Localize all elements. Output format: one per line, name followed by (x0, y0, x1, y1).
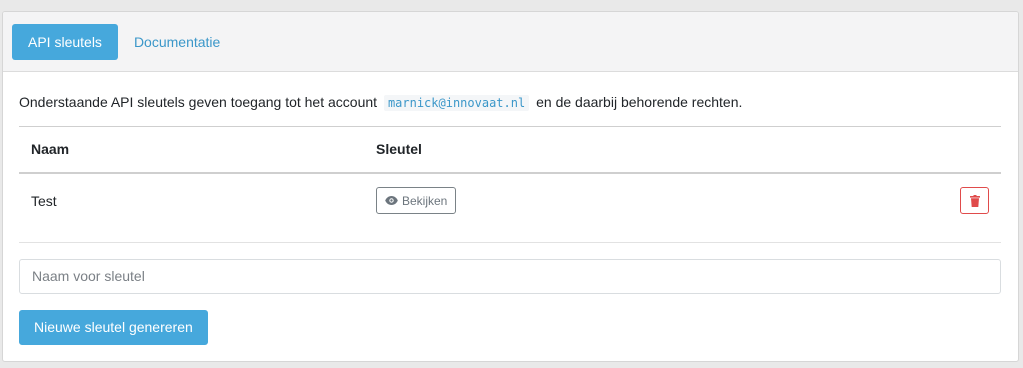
generate-key-button[interactable]: Nieuwe sleutel genereren (19, 309, 208, 345)
key-name-cell: Test (31, 192, 57, 209)
intro-text: Onderstaande API sleutels geven toegang … (19, 72, 1002, 126)
key-actions-cell (941, 173, 1001, 228)
tab-bar: API sleutels Documentatie (3, 12, 1018, 72)
divider (19, 241, 1001, 243)
table-header-row: Naam Sleutel (19, 126, 1001, 174)
view-key-button[interactable]: Bekijken (376, 187, 457, 214)
page: API sleutels Documentatie Onderstaande A… (0, 0, 1023, 368)
tab-documentation[interactable]: Documentatie (118, 24, 236, 60)
api-keys-table: Naam Sleutel Test Bekijken (19, 126, 1001, 228)
delete-key-button[interactable] (960, 187, 989, 214)
api-keys-card: API sleutels Documentatie Onderstaande A… (2, 11, 1019, 362)
account-email: marnick@innovaat.nl (383, 95, 530, 111)
key-value-cell: Bekijken (364, 173, 941, 228)
table-row: Test Bekijken (19, 173, 1001, 228)
eye-icon (385, 196, 398, 205)
column-header-actions (941, 126, 1001, 174)
new-key-form (19, 258, 1002, 294)
intro-text-before: Onderstaande API sleutels geven toegang … (19, 94, 378, 110)
intro-text-after: en de daarbij behorende rechten. (536, 94, 743, 110)
card-body: Onderstaande API sleutels geven toegang … (3, 72, 1018, 345)
tab-api-keys[interactable]: API sleutels (12, 24, 118, 60)
key-name-input[interactable] (19, 258, 1001, 294)
view-key-label: Bekijken (402, 193, 448, 208)
trash-icon (969, 194, 980, 207)
column-header-name: Naam (19, 126, 364, 174)
column-header-key: Sleutel (364, 126, 941, 174)
